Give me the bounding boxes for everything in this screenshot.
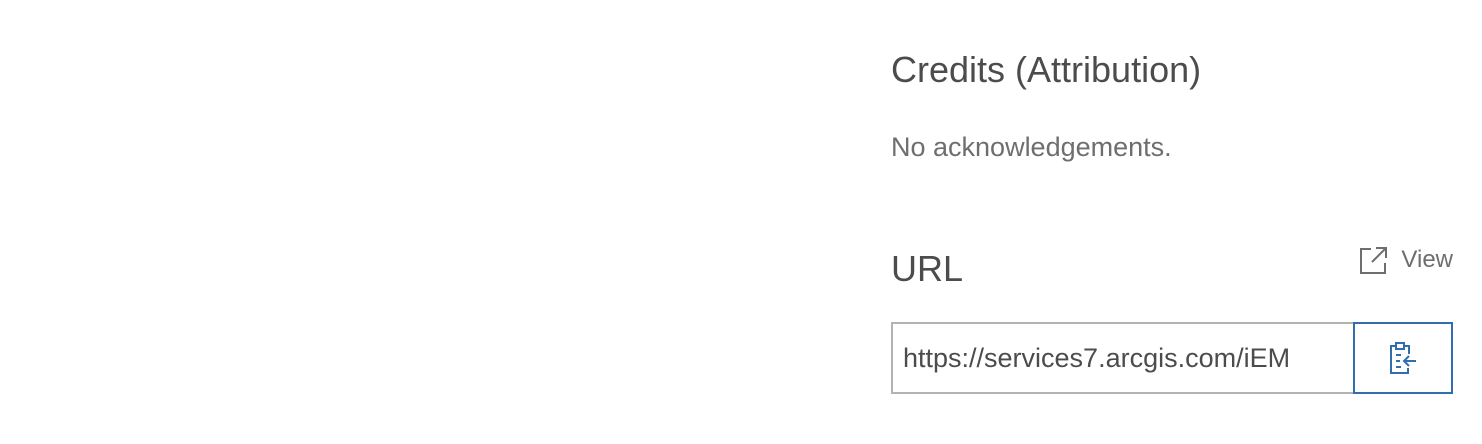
details-panel: Credits (Attribution) No acknowledgement… (891, 0, 1453, 444)
view-link[interactable]: View (1358, 244, 1453, 276)
url-input[interactable] (891, 322, 1353, 394)
page: Credits (Attribution) No acknowledgement… (0, 0, 1482, 444)
view-link-label: View (1401, 246, 1453, 273)
url-title: URL (891, 248, 964, 289)
credits-text: No acknowledgements. (891, 132, 1172, 162)
credits-title: Credits (Attribution) (891, 49, 1202, 90)
clipboard-copy-icon (1388, 341, 1418, 375)
external-link-icon (1358, 245, 1389, 276)
copy-url-button[interactable] (1353, 322, 1453, 394)
url-row (891, 322, 1453, 394)
